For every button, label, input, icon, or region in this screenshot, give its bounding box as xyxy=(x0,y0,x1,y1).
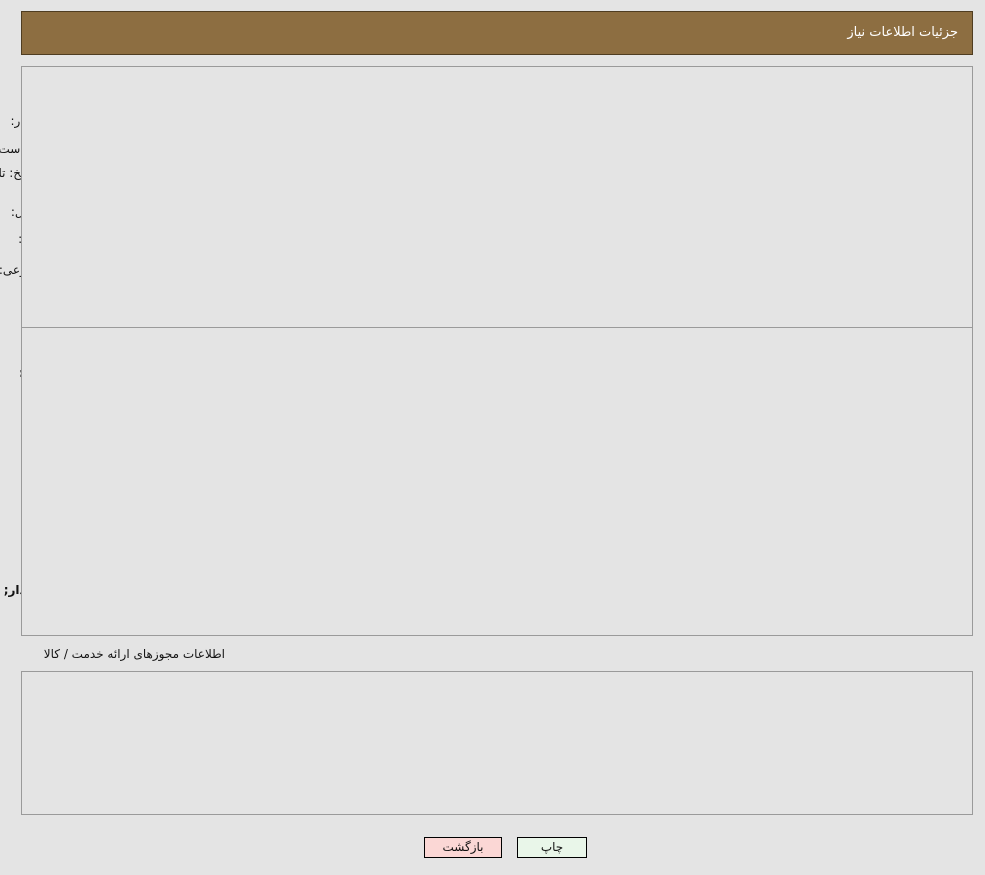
section-divider xyxy=(22,327,972,328)
back-button[interactable]: بازگشت xyxy=(424,837,502,858)
page-header-bar: جزئیات اطلاعات نیاز xyxy=(21,11,973,55)
need-details-panel xyxy=(21,66,973,636)
section-title-permits: اطلاعات مجوزهای ارائه خدمت / کالا xyxy=(43,647,225,661)
page-title: جزئیات اطلاعات نیاز xyxy=(847,25,958,40)
print-button[interactable]: چاپ xyxy=(517,837,587,858)
permits-panel xyxy=(21,671,973,815)
page-root: AriaTender.net جزئیات اطلاعات نیاز شماره… xyxy=(0,0,985,875)
